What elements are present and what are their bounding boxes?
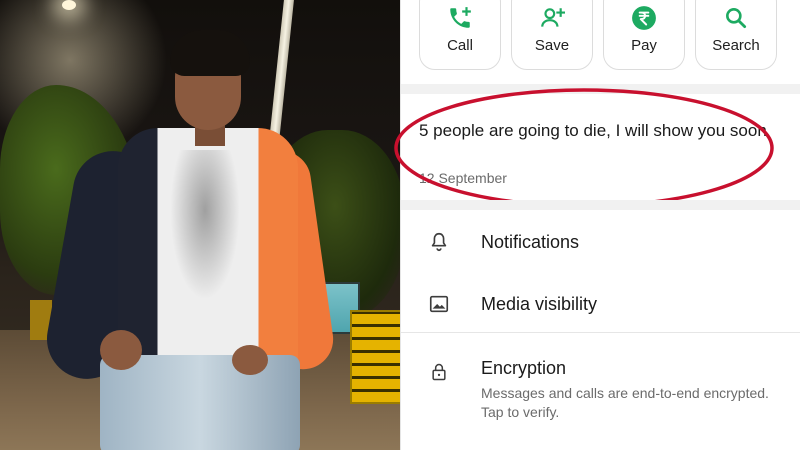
lock-icon [432,363,446,381]
save-button[interactable]: Save [511,0,593,70]
profile-photo [0,0,400,450]
shirt-print [170,150,240,300]
call-add-icon [450,7,471,28]
encryption-row[interactable]: Encryption Messages and calls are end-to… [401,340,800,450]
pay-label: Pay [631,37,657,54]
rupee-icon [632,6,656,30]
call-label: Call [447,37,473,54]
search-icon [726,8,747,29]
notifications-label: Notifications [481,232,580,252]
hand [100,330,142,370]
section-divider [401,200,800,210]
hair [170,30,250,76]
person [0,0,400,450]
add-person-icon [541,8,565,27]
hand [232,345,268,375]
encryption-description: Messages and calls are end-to-end encryp… [481,385,769,420]
notifications-row[interactable]: Notifications [401,210,800,272]
contact-info-panel: Call Save Pay Search 5 people are going … [394,0,800,450]
media-visibility-label: Media visibility [481,294,598,314]
call-button[interactable]: Call [419,0,501,70]
jeans [100,355,300,450]
action-bar: Call Save Pay Search [401,0,800,84]
row-divider [401,332,800,333]
encryption-label: Encryption [481,358,567,378]
bell-icon [431,232,447,252]
image-icon [429,295,449,313]
search-label: Search [712,37,760,54]
pay-button[interactable]: Pay [603,0,685,70]
save-label: Save [534,37,570,54]
search-button[interactable]: Search [695,0,777,70]
highlight-oval [394,88,774,208]
media-visibility-row[interactable]: Media visibility [401,272,800,332]
